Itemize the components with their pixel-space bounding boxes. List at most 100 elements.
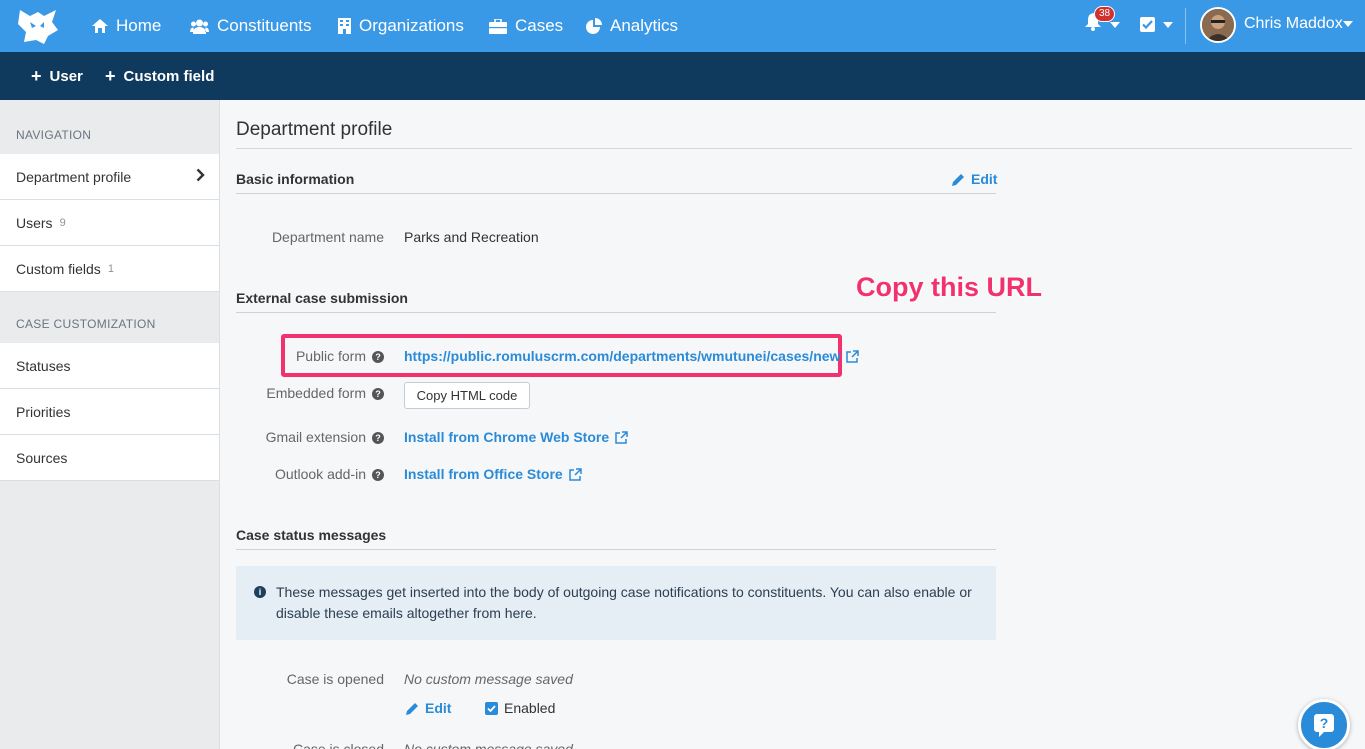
help-chat-button[interactable]: ? [1298, 699, 1350, 749]
nav-constituents[interactable]: Constituents [190, 0, 312, 52]
sidebar-item-label: Users [16, 214, 53, 231]
nav-analytics-label: Analytics [610, 16, 679, 35]
sidebar-item-statuses[interactable]: Statuses [0, 343, 219, 389]
action-bar: + User + Custom field [0, 52, 1365, 100]
case-closed-label: Case is closed [292, 741, 384, 749]
sidebar-item-label: Department profile [16, 168, 132, 185]
page-title: Department profile [236, 119, 393, 140]
enabled-checkbox[interactable] [485, 702, 498, 715]
user-caret-icon[interactable] [1343, 21, 1353, 27]
home-icon [92, 19, 108, 33]
nav-home[interactable]: Home [92, 0, 161, 52]
question-icon[interactable]: ? [372, 469, 384, 481]
public-form-url-link[interactable]: https://public.romuluscrm.com/department… [404, 348, 860, 364]
case-opened-value: No custom message saved [404, 671, 573, 687]
briefcase-icon [489, 18, 507, 34]
pencil-icon [406, 702, 418, 715]
add-custom-field-label: Custom field [123, 67, 215, 85]
outlook-addin-label: Outlook add-in? [236, 466, 384, 482]
info-text: These messages get inserted into the bod… [276, 584, 972, 621]
copy-html-code-button[interactable]: Copy HTML code [404, 382, 530, 409]
question-icon[interactable]: ? [372, 351, 384, 363]
pencil-icon [952, 173, 964, 186]
navbar-divider [1185, 8, 1186, 44]
edit-case-opened-button[interactable]: Edit [406, 700, 451, 716]
nav-cases-label: Cases [515, 16, 564, 35]
tasks-check-icon[interactable] [1140, 17, 1155, 32]
public-form-label-text: Public form [295, 348, 366, 364]
help-question-icon: ? [1314, 714, 1334, 737]
sidebar-item-sources[interactable]: Sources [0, 435, 219, 481]
office-store-link[interactable]: Install from Office Store [404, 466, 582, 482]
nav-analytics[interactable]: Analytics [586, 0, 678, 52]
section-divider [236, 312, 996, 313]
add-user-button[interactable]: + User [31, 52, 83, 100]
section-divider [236, 549, 996, 550]
sidebar-heading-navigation: NAVIGATION [16, 128, 92, 142]
nav-constituents-label: Constituents [217, 16, 312, 35]
plus-icon: + [31, 65, 42, 86]
section-title-basic-information: Basic information [236, 171, 355, 187]
user-menu[interactable]: Chris Maddox [1244, 0, 1343, 48]
chrome-web-store-link[interactable]: Install from Chrome Web Store [404, 429, 628, 445]
embedded-form-label: Embedded form? [236, 385, 384, 401]
external-link-icon [568, 467, 582, 481]
external-link-icon [846, 349, 860, 363]
section-divider [236, 193, 996, 194]
question-icon[interactable]: ? [372, 388, 384, 400]
case-opened-label: Case is opened [286, 671, 384, 687]
department-name-label: Department name [271, 229, 384, 245]
sidebar-heading-case-customization: CASE CUSTOMIZATION [16, 317, 156, 331]
add-user-label: User [49, 67, 83, 85]
nav-home-label: Home [116, 16, 162, 35]
section-title-external-case-submission: External case submission [236, 290, 408, 306]
enabled-label: Enabled [504, 700, 556, 716]
sidebar-item-label: Priorities [16, 403, 71, 420]
building-icon [338, 18, 351, 34]
sidebar-item-label: Sources [16, 449, 68, 466]
question-icon[interactable]: ? [372, 432, 384, 444]
notifications-caret-icon[interactable] [1110, 22, 1120, 28]
sidebar-item-department-profile[interactable]: Department profile [0, 154, 219, 200]
nav-cases[interactable]: Cases [489, 0, 563, 52]
info-icon: i [254, 586, 266, 598]
gmail-extension-label: Gmail extension? [236, 429, 384, 445]
edit-label: Edit [971, 171, 998, 187]
gmail-extension-label-text: Gmail extension [265, 429, 366, 445]
top-navbar: Home Constituents Organizations Cases An… [0, 0, 1365, 52]
case-closed-value: No custom message saved [404, 741, 573, 749]
users-icon [190, 19, 209, 34]
edit-basic-info-button[interactable]: Edit [952, 171, 997, 187]
sidebar: NAVIGATION Department profile Users 9 Cu… [0, 100, 220, 749]
add-custom-field-button[interactable]: + Custom field [105, 52, 214, 100]
public-form-label: Public form? [236, 348, 384, 364]
info-alert: i These messages get inserted into the b… [236, 566, 996, 640]
sidebar-item-label: Custom fields [16, 260, 101, 277]
outlook-addin-label-text: Outlook add-in [274, 466, 366, 482]
sidebar-item-count: 9 [59, 216, 66, 229]
notification-badge: 38 [1094, 6, 1116, 22]
embedded-form-label-text: Embedded form [266, 385, 366, 401]
nav-organizations-label: Organizations [359, 16, 464, 35]
wolf-logo-icon[interactable] [14, 4, 62, 48]
edit-label: Edit [425, 700, 452, 716]
tasks-caret-icon[interactable] [1163, 22, 1173, 28]
section-title-case-status-messages: Case status messages [236, 527, 387, 543]
avatar[interactable] [1200, 7, 1236, 43]
chevron-right-icon [196, 168, 205, 182]
department-name-value: Parks and Recreation [404, 229, 539, 245]
pie-chart-icon [586, 18, 602, 34]
sidebar-item-custom-fields[interactable]: Custom fields 1 [0, 246, 219, 292]
public-form-url: https://public.romuluscrm.com/department… [404, 348, 841, 364]
svg-text:?: ? [1320, 715, 1329, 731]
sidebar-item-label: Statuses [16, 357, 71, 374]
nav-organizations[interactable]: Organizations [338, 0, 464, 52]
user-name: Chris Maddox [1244, 15, 1343, 32]
sidebar-item-priorities[interactable]: Priorities [0, 389, 219, 435]
chrome-web-store-label: Install from Chrome Web Store [404, 429, 610, 445]
plus-icon: + [105, 65, 116, 86]
sidebar-item-count: 1 [107, 262, 114, 275]
sidebar-item-users[interactable]: Users 9 [0, 200, 219, 246]
external-link-icon [615, 430, 628, 444]
title-divider [236, 148, 1352, 149]
